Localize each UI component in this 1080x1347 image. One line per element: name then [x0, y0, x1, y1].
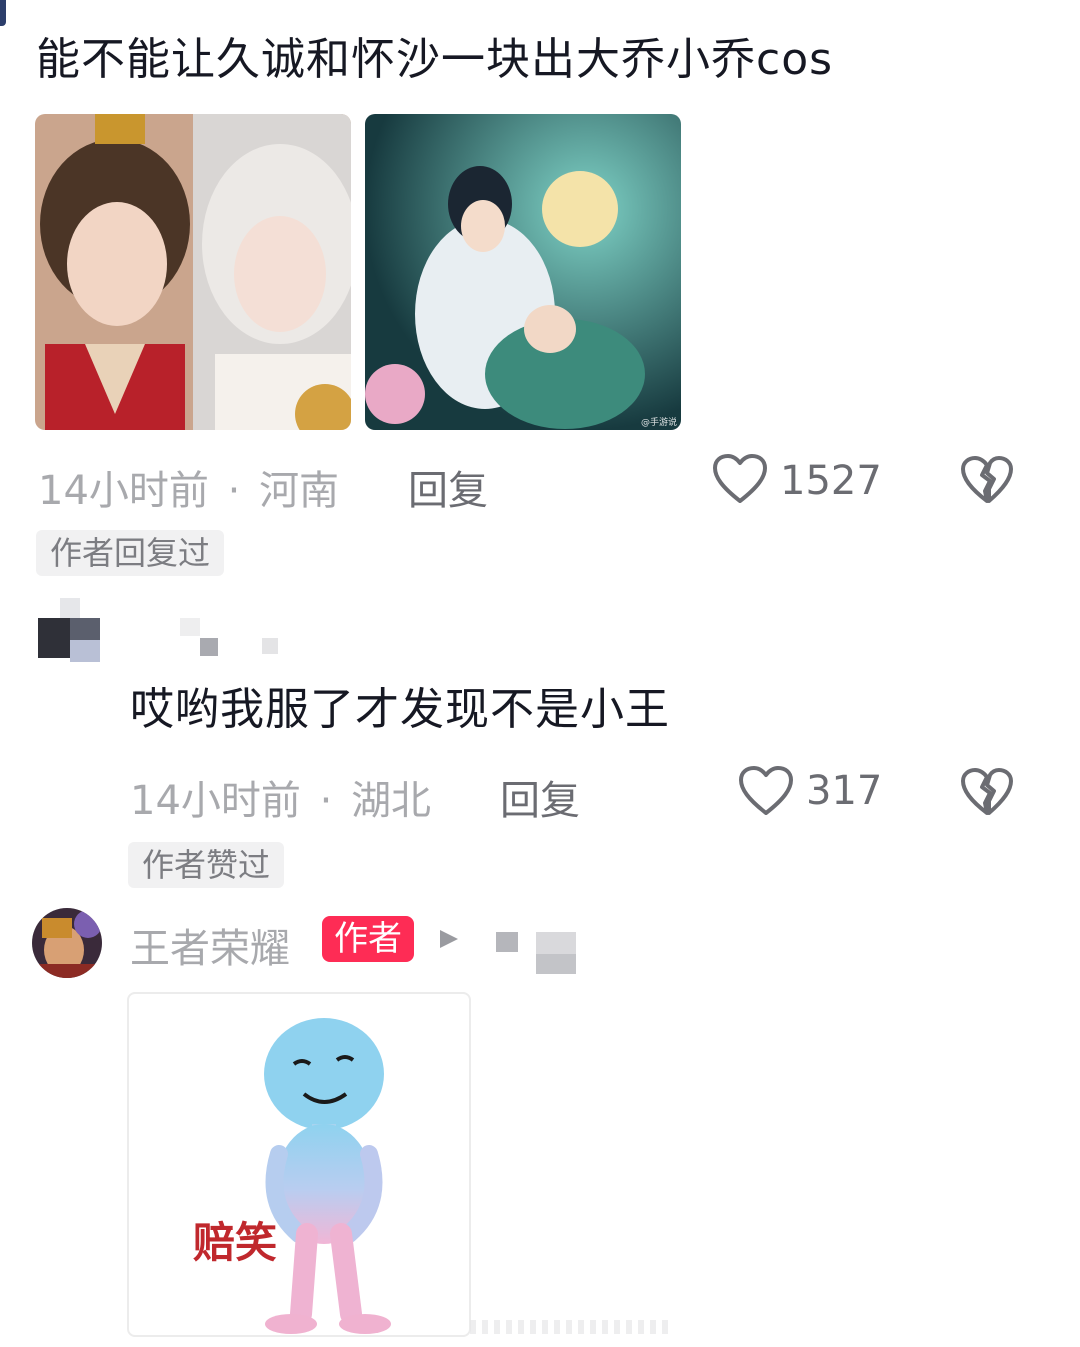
cosplay-photo[interactable] [35, 114, 351, 430]
sticker-image[interactable]: 赔笑 [127, 992, 471, 1337]
bottom-fade [470, 1320, 670, 1334]
comment-location: 河南 [259, 468, 340, 514]
like-count: 1527 [780, 458, 882, 504]
reply-button[interactable]: 回复 [500, 768, 580, 826]
comment-text: 能不能让久诚和怀沙一块出大乔小乔cos [36, 34, 834, 85]
image-watermark: @手游说 [640, 418, 677, 428]
avatar[interactable] [38, 598, 100, 662]
sticker-caption: 赔笑 [193, 1218, 278, 1267]
game-artwork-photo[interactable]: @手游说 [365, 114, 681, 430]
heart-icon[interactable] [738, 765, 794, 817]
reply-target-obscured [496, 932, 578, 976]
heart-icon[interactable] [712, 453, 768, 505]
broken-heart-icon[interactable] [960, 455, 1014, 505]
username-obscured [180, 618, 280, 658]
edge-indicator [0, 0, 6, 26]
comment-time: 14小时前 · 河南 [38, 458, 339, 516]
meta-separator: · [319, 778, 333, 824]
comment-time: 14小时前 · 湖北 [130, 768, 431, 826]
broken-heart-icon[interactable] [960, 767, 1014, 817]
reply-button[interactable]: 回复 [408, 458, 488, 516]
comment-time-text: 14小时前 [38, 468, 209, 514]
meta-separator: · [227, 468, 241, 514]
author-replied-tag: 作者回复过 [36, 530, 225, 576]
comment-time-text: 14小时前 [130, 778, 301, 824]
author-name[interactable]: 王者荣耀 [130, 916, 290, 974]
comment-location: 湖北 [351, 778, 432, 824]
comment-text: 哎哟我服了才发现不是小王 [130, 684, 670, 735]
author-badge: 作者 [322, 916, 414, 962]
play-triangle-icon [438, 928, 460, 950]
author-avatar[interactable] [32, 908, 102, 978]
author-liked-tag: 作者赞过 [128, 842, 285, 888]
like-count: 317 [806, 768, 883, 814]
